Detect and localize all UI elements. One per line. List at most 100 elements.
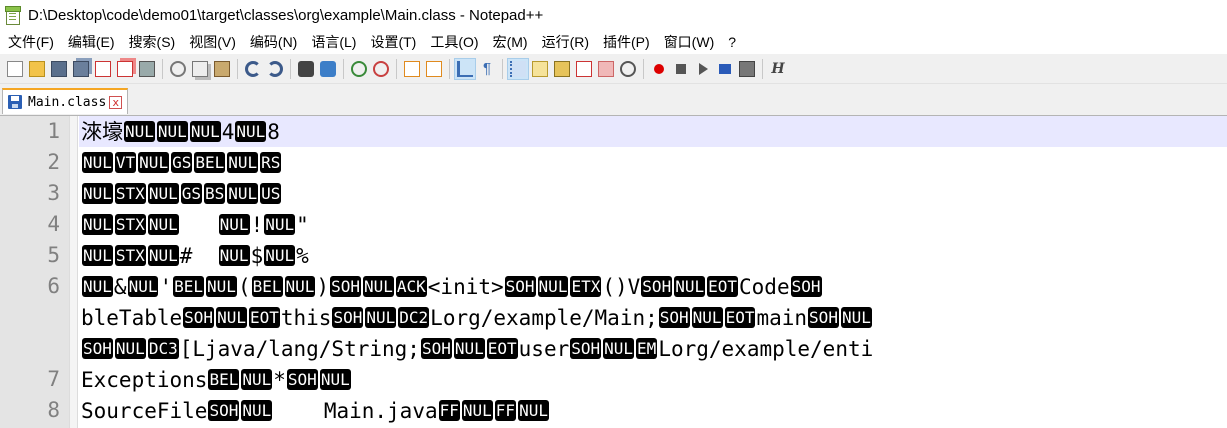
editor-line[interactable]: 3 NUL STX NUL GS BS NUL US bbox=[0, 178, 1227, 209]
code-fragment: 淶壕 bbox=[81, 120, 123, 144]
code-fragment: user bbox=[518, 337, 570, 361]
show-all-chars-button[interactable]: ¶ bbox=[476, 58, 498, 80]
menu-item-11[interactable]: 窗口(W) bbox=[657, 32, 722, 52]
save-all-icon bbox=[73, 60, 89, 77]
save-button[interactable] bbox=[48, 58, 70, 80]
document-map-icon bbox=[532, 60, 548, 77]
menu-item-3[interactable]: 视图(V) bbox=[182, 32, 243, 52]
print-button[interactable] bbox=[136, 58, 158, 80]
code-text[interactable]: SOH NUL DC3[Ljava/lang/String; SOH NUL EOTuse… bbox=[79, 333, 1227, 364]
close-all-button[interactable] bbox=[114, 58, 136, 80]
code-fragment: ! bbox=[250, 213, 264, 237]
replace-button[interactable] bbox=[317, 58, 339, 80]
control-char-badge: NUL bbox=[241, 369, 273, 390]
copy-button[interactable] bbox=[189, 58, 211, 80]
editor-line[interactable]: 8 SourceFile SOH NUL Main.java FF NUL FF NUL bbox=[0, 395, 1227, 426]
code-fragment: main bbox=[756, 306, 808, 330]
cut-icon bbox=[170, 60, 186, 77]
zoom-in-button[interactable] bbox=[348, 58, 370, 80]
macro-record-button[interactable] bbox=[648, 58, 670, 80]
document-map-button[interactable] bbox=[529, 58, 551, 80]
macro-run-multiple-button[interactable] bbox=[714, 58, 736, 80]
control-char-badge: GS bbox=[171, 152, 193, 173]
zoom-out-button[interactable] bbox=[370, 58, 392, 80]
menu-item-1[interactable]: 编辑(E) bbox=[61, 32, 122, 52]
editor-line[interactable]: 1 淶壕 NUL NUL NUL4 NUL8 bbox=[0, 116, 1227, 147]
editor-line[interactable]: 6 NUL& NUL' BEL NUL(BEL NUL) SOH NUL ACK<init> SO… bbox=[0, 271, 1227, 302]
function-list-icon bbox=[554, 60, 570, 77]
menu-item-10[interactable]: 插件(P) bbox=[596, 32, 657, 52]
copy-icon bbox=[192, 60, 208, 77]
code-fragment: * bbox=[273, 368, 286, 392]
menu-item-12[interactable]: ? bbox=[721, 34, 743, 50]
control-char-badge: NUL bbox=[218, 214, 250, 235]
sync-horizontal-icon bbox=[426, 60, 442, 77]
toolbar-separator bbox=[237, 58, 238, 79]
paste-button[interactable] bbox=[211, 58, 233, 80]
close-button[interactable] bbox=[92, 58, 114, 80]
menu-item-4[interactable]: 编码(N) bbox=[243, 32, 304, 52]
code-fragment: 4 bbox=[221, 120, 235, 144]
control-char-badge: NUL bbox=[114, 338, 146, 359]
control-char-badge: NUL bbox=[453, 338, 485, 359]
code-fragment: ()V bbox=[602, 275, 641, 299]
new-file-button[interactable] bbox=[4, 58, 26, 80]
document-list-button[interactable] bbox=[595, 58, 617, 80]
code-text[interactable]: NUL STX NUL GS BS NUL US bbox=[79, 178, 1227, 209]
editor-line[interactable]: 4 NUL STX NUL NUL! NUL" bbox=[0, 209, 1227, 240]
editor-line[interactable]: 5 NUL STX NUL# NUL$ NUL% bbox=[0, 240, 1227, 271]
find-button[interactable] bbox=[295, 58, 317, 80]
editor-line[interactable]: 2 NUL VT NUL GS BEL NUL RS bbox=[0, 147, 1227, 178]
menu-item-9[interactable]: 运行(R) bbox=[535, 32, 596, 52]
macro-play-icon bbox=[698, 62, 708, 75]
menu-item-2[interactable]: 搜索(S) bbox=[122, 32, 183, 52]
macro-save-button[interactable] bbox=[736, 58, 758, 80]
control-char-badge: BEL bbox=[194, 152, 226, 173]
code-text[interactable]: NUL STX NUL NUL! NUL" bbox=[79, 209, 1227, 240]
monitoring-button[interactable] bbox=[617, 58, 639, 80]
code-fragment: SourceFile bbox=[81, 399, 208, 423]
open-file-button[interactable] bbox=[26, 58, 48, 80]
editor-line[interactable]: bleTable SOH NUL EOTthis SOH NUL DC2Lorg/examp… bbox=[0, 302, 1227, 333]
control-char-badge: SOH bbox=[420, 338, 452, 359]
control-char-badge: BEL bbox=[251, 276, 283, 297]
folder-as-workspace-button[interactable] bbox=[573, 58, 595, 80]
code-fragment: Lorg/example/enti bbox=[658, 337, 874, 361]
control-char-badge: NUL bbox=[840, 307, 872, 328]
code-text[interactable]: 淶壕 NUL NUL NUL4 NUL8 bbox=[79, 116, 1227, 147]
word-wrap-button[interactable] bbox=[454, 57, 476, 80]
save-all-button[interactable] bbox=[70, 58, 92, 80]
sync-vertical-button[interactable] bbox=[401, 58, 423, 80]
control-char-badge: NUL bbox=[206, 276, 237, 297]
cut-button[interactable] bbox=[167, 58, 189, 80]
toolbar: ¶ H bbox=[0, 54, 1227, 84]
macro-play-button[interactable] bbox=[692, 58, 714, 80]
undo-button[interactable] bbox=[242, 58, 264, 80]
code-text[interactable]: NUL VT NUL GS BEL NUL RS bbox=[79, 147, 1227, 178]
redo-button[interactable] bbox=[264, 58, 286, 80]
code-text[interactable]: SourceFile SOH NUL Main.java FF NUL FF NUL bbox=[79, 395, 1227, 426]
editor-line[interactable]: 7 Exceptions BEL NUL* SOH NUL bbox=[0, 364, 1227, 395]
line-number: 7 bbox=[47, 367, 60, 391]
tab-main-class[interactable]: Main.class x bbox=[2, 88, 128, 114]
code-text[interactable]: Exceptions BEL NUL* SOH NUL bbox=[79, 364, 1227, 395]
code-fragment: ) bbox=[316, 275, 330, 299]
menu-item-8[interactable]: 宏(M) bbox=[486, 32, 535, 52]
sync-horizontal-button[interactable] bbox=[423, 58, 445, 80]
function-list-button[interactable] bbox=[551, 58, 573, 80]
menu-item-7[interactable]: 工具(O) bbox=[423, 32, 485, 52]
code-text[interactable]: NUL STX NUL# NUL$ NUL% bbox=[79, 240, 1227, 271]
spell-check-button[interactable]: H bbox=[767, 58, 789, 80]
code-text[interactable]: bleTable SOH NUL EOTthis SOH NUL DC2Lorg/examp… bbox=[79, 302, 1227, 333]
tab-close-icon[interactable]: x bbox=[109, 95, 123, 109]
editor-area[interactable]: 1 淶壕 NUL NUL NUL4 NUL8 2 NUL VT NUL GS BEL NUL RS 3 NUL… bbox=[0, 115, 1227, 428]
macro-stop-button[interactable] bbox=[670, 58, 692, 80]
menu-item-0[interactable]: 文件(F) bbox=[0, 32, 61, 52]
menu-item-6[interactable]: 设置(T) bbox=[363, 32, 423, 52]
menu-item-5[interactable]: 语言(L) bbox=[304, 32, 363, 52]
editor-line[interactable]: SOH NUL DC3[Ljava/lang/String; SOH NUL EOTuse… bbox=[0, 333, 1227, 364]
indent-guide-button[interactable] bbox=[507, 57, 529, 80]
control-char-badge: NUL bbox=[189, 121, 221, 142]
code-text[interactable]: NUL& NUL' BEL NUL(BEL NUL) SOH NUL ACK<init> SOH… bbox=[79, 271, 1227, 302]
line-number: 5 bbox=[47, 243, 60, 267]
